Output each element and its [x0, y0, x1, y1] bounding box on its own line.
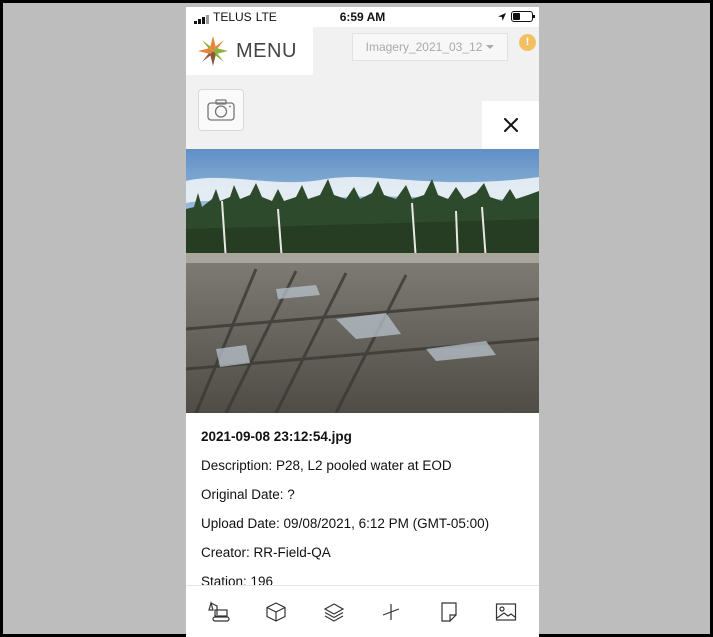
chevron-down-icon — [486, 45, 495, 49]
photo-creator: Creator: RR-Field-QA — [201, 545, 331, 560]
imagery-select[interactable]: Imagery_2021_03_12 — [352, 33, 508, 61]
site-photo-image — [186, 149, 539, 413]
close-icon — [503, 118, 518, 132]
image-icon — [496, 602, 517, 621]
excavator-icon — [207, 600, 230, 622]
close-button[interactable] — [482, 101, 539, 149]
menu-button[interactable]: MENU — [186, 27, 313, 75]
photo-description: Description: P28, L2 pooled water at EOD — [201, 458, 452, 473]
site-photo[interactable] — [186, 149, 539, 413]
box-3d-icon — [266, 601, 286, 622]
tab-3d-model[interactable] — [258, 597, 294, 627]
tab-notes[interactable] — [431, 597, 467, 627]
alert-badge[interactable]: ! — [519, 34, 536, 51]
photo-metadata: 2021-09-08 23:12:54.jpg Description: P28… — [201, 429, 531, 603]
tab-layers[interactable] — [316, 597, 352, 627]
phone-screen: TELUS LTE 6:59 AM MENU Imagery_2021_03_1… — [186, 7, 539, 637]
camera-icon — [207, 99, 235, 121]
status-time: 6:59 AM — [339, 10, 386, 24]
measure-icon — [383, 603, 400, 620]
bottom-tab-bar — [186, 585, 539, 637]
photo-upload-date: Upload Date: 09/08/2021, 6:12 PM (GMT-05… — [201, 516, 490, 531]
status-bar: TELUS LTE 6:59 AM — [186, 7, 539, 27]
location-arrow-icon — [498, 12, 506, 21]
photo-original-date: Original Date: ? — [201, 487, 295, 502]
imagery-select-value: Imagery_2021_03_12 — [365, 40, 483, 54]
tab-imagery[interactable] — [488, 597, 524, 627]
note-icon — [441, 601, 457, 622]
photo-filename: 2021-09-08 23:12:54.jpg — [201, 429, 352, 444]
camera-button[interactable] — [198, 89, 244, 131]
tab-excavator[interactable] — [201, 597, 237, 627]
layers-icon — [323, 602, 344, 622]
battery-icon — [511, 11, 535, 22]
tab-measure[interactable] — [373, 597, 409, 627]
menu-label: MENU — [236, 39, 297, 62]
app-logo-icon — [198, 36, 228, 66]
photo-detail-panel: 2021-09-08 23:12:54.jpg Description: P28… — [186, 149, 539, 594]
status-right — [497, 11, 535, 22]
